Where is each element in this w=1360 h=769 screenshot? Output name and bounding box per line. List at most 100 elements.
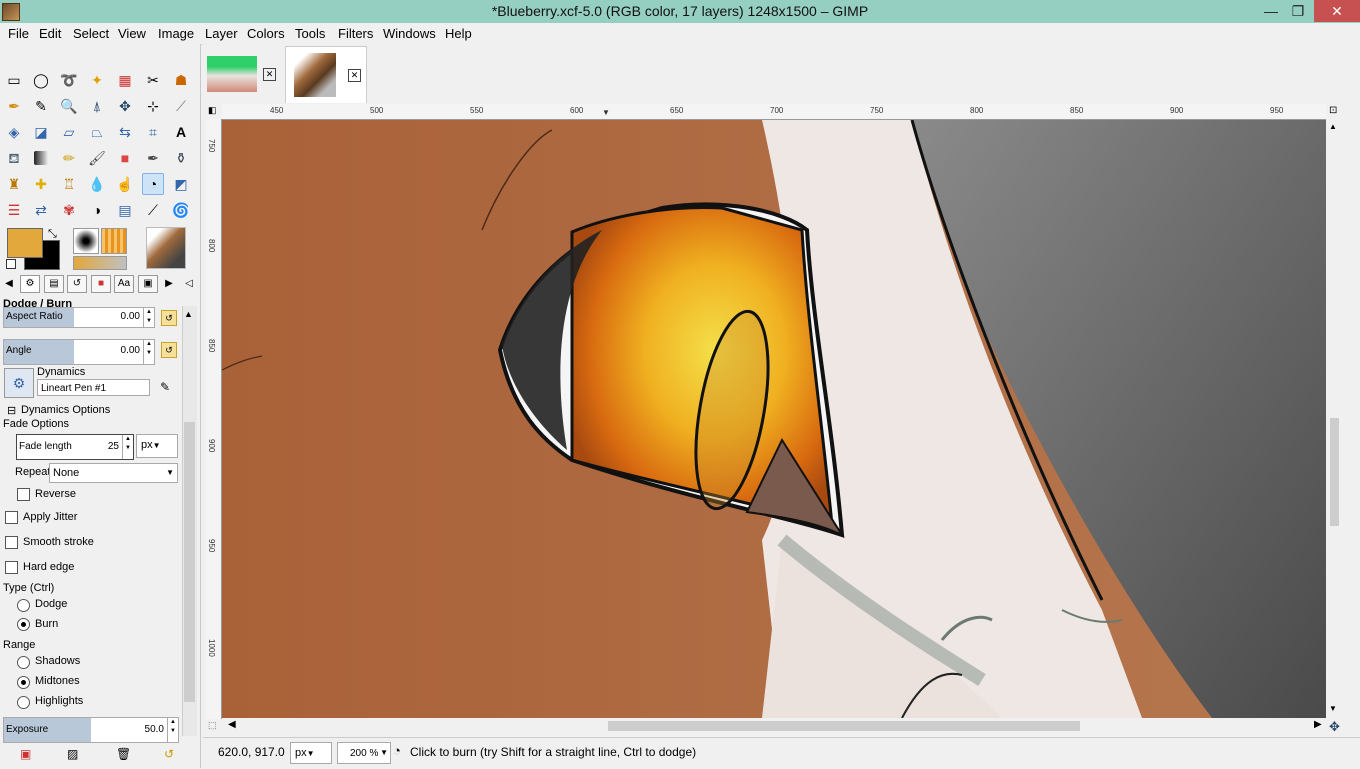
perspective-icon[interactable]: ⏢: [86, 121, 108, 143]
vertical-scrollbar[interactable]: ▲ ▼: [1327, 120, 1341, 718]
swap-colors-icon[interactable]: ⤡: [48, 228, 57, 241]
hard-edge-checkbox[interactable]: [5, 561, 18, 574]
dynamics-field[interactable]: Lineart Pen #1: [37, 379, 150, 396]
horizontal-scrollbar[interactable]: ◀ ▶: [222, 718, 1326, 734]
tool-options-tab-icon[interactable]: ⚙: [20, 275, 40, 293]
curve-graph-icon[interactable]: ⟋: [142, 199, 164, 221]
scale-icon[interactable]: ◪: [30, 121, 52, 143]
layers-tab-icon[interactable]: ▤: [44, 275, 64, 293]
image-tab-1[interactable]: ✕: [203, 46, 283, 102]
menu-tools[interactable]: Tools: [295, 26, 325, 41]
paths-icon[interactable]: ✒: [3, 95, 25, 117]
paintbrush-icon[interactable]: 🖌: [86, 147, 108, 169]
foreground-select-icon[interactable]: ☗: [170, 69, 192, 91]
images-tab-icon[interactable]: ▣: [138, 275, 158, 293]
reset-angle-icon[interactable]: ↺: [161, 342, 177, 358]
minimize-button[interactable]: —: [1256, 0, 1286, 22]
foreground-color-swatch[interactable]: [7, 228, 43, 258]
clone-icon[interactable]: ♜: [3, 173, 25, 195]
menu-edit[interactable]: Edit: [39, 26, 61, 41]
undo-history-tab-icon[interactable]: ↺: [67, 275, 87, 293]
scroll-down-icon[interactable]: ▼: [1329, 704, 1337, 713]
color-select-icon[interactable]: ▦: [114, 69, 136, 91]
zoom-icon[interactable]: 🔍: [58, 95, 80, 117]
crop-icon[interactable]: ⟋: [170, 95, 192, 117]
dodge-burn-icon[interactable]: ◔: [142, 173, 164, 195]
menu-layer[interactable]: Layer: [205, 26, 238, 41]
scroll-left-icon[interactable]: ◀: [228, 719, 236, 730]
curves-icon[interactable]: ▤: [114, 199, 136, 221]
smooth-stroke-checkbox[interactable]: [5, 536, 18, 549]
fade-length-spinner[interactable]: Fade length 25 ▲ ▼: [16, 434, 134, 460]
toggle-quick-mask-icon[interactable]: ⬚: [208, 720, 217, 731]
rotate-icon[interactable]: ◈: [3, 121, 25, 143]
pattern-preview-icon[interactable]: [101, 228, 127, 254]
spiral-icon[interactable]: 🌀: [170, 199, 192, 221]
ellipse-select-icon[interactable]: ◯: [30, 69, 52, 91]
horizontal-scrollbar-thumb[interactable]: [608, 721, 1080, 731]
zoom-select[interactable]: 200 % ▼: [337, 742, 391, 764]
angle-spinner[interactable]: Angle 0.00 ▲ ▼: [3, 339, 155, 365]
levels-icon[interactable]: ◑: [86, 199, 108, 221]
vertical-ruler[interactable]: 750 800 850 900 950 1000: [206, 119, 222, 719]
menu-help[interactable]: Help: [445, 26, 472, 41]
rect-select-icon[interactable]: ▭: [3, 69, 25, 91]
delete-options-icon[interactable]: 🗑: [116, 747, 131, 761]
close-button[interactable]: ✕: [1314, 0, 1360, 22]
menu-file[interactable]: File: [8, 26, 29, 41]
fuzzy-select-icon[interactable]: ✦: [86, 69, 108, 91]
heal-icon[interactable]: ✚: [30, 173, 52, 195]
quick-mask-corner-icon[interactable]: ◧: [208, 105, 217, 116]
free-select-icon[interactable]: ➰: [58, 69, 80, 91]
image-canvas[interactable]: [222, 120, 1326, 718]
scroll-up-icon[interactable]: ▲: [184, 309, 193, 319]
fade-unit-select[interactable]: px▼: [136, 434, 178, 458]
scissors-icon[interactable]: ✂: [142, 69, 164, 91]
reset-aspect-icon[interactable]: ↺: [161, 310, 177, 326]
perspective-clone-icon[interactable]: ♖: [58, 173, 80, 195]
color-picker-icon[interactable]: ✎: [30, 95, 52, 117]
close-tab-icon[interactable]: ✕: [348, 69, 361, 82]
move-icon[interactable]: ✥: [114, 95, 136, 117]
blend-icon[interactable]: [34, 151, 48, 165]
align-icon[interactable]: ⊹: [142, 95, 164, 117]
brush-preview-icon[interactable]: [73, 228, 99, 254]
edit-dynamics-icon[interactable]: ✎: [160, 380, 170, 394]
scroll-up-icon[interactable]: ▲: [1329, 122, 1337, 131]
shadows-radio[interactable]: [17, 656, 30, 669]
menu-filters[interactable]: Filters: [338, 26, 373, 41]
image-tab-2[interactable]: ✕: [285, 46, 367, 103]
flip-icon[interactable]: ⇆: [114, 121, 136, 143]
spinner-arrows-icon[interactable]: ▲ ▼: [122, 435, 133, 459]
unit-select[interactable]: px▼: [290, 742, 332, 764]
restore-button[interactable]: ❐: [1283, 0, 1313, 22]
ink-icon[interactable]: ⚱: [170, 147, 192, 169]
default-colors-icon[interactable]: [6, 259, 16, 269]
vertical-scrollbar-thumb[interactable]: [1330, 418, 1339, 526]
burn-radio[interactable]: [17, 618, 30, 631]
exposure-spinner[interactable]: Exposure 50.0 ▲ ▼: [3, 717, 179, 743]
scroll-right-icon[interactable]: ▶: [1314, 719, 1322, 730]
dodge-radio[interactable]: [17, 599, 30, 612]
airbrush-icon[interactable]: ✒: [142, 147, 164, 169]
text-tool-icon[interactable]: A: [170, 121, 192, 143]
midtones-radio[interactable]: [17, 676, 30, 689]
repeat-select[interactable]: None ▼: [49, 463, 178, 483]
options-scrollbar[interactable]: ▲: [182, 306, 197, 736]
cage-transform-icon[interactable]: ⌗: [142, 121, 164, 143]
channels-icon[interactable]: ⇄: [30, 199, 52, 221]
apply-jitter-checkbox[interactable]: [5, 511, 18, 524]
color-balance-icon[interactable]: ✾: [58, 199, 80, 221]
options-scrollbar-thumb[interactable]: [184, 422, 195, 702]
restore-options-icon[interactable]: ▨: [67, 747, 78, 761]
dock-scroll-right-icon[interactable]: ▶: [160, 276, 178, 292]
dock-menu-icon[interactable]: ◁: [180, 276, 198, 292]
pencil-icon[interactable]: ✏: [58, 147, 80, 169]
reset-options-icon[interactable]: ↺: [164, 747, 174, 761]
spinner-arrows-icon[interactable]: ▲ ▼: [143, 308, 154, 327]
spinner-arrows-icon[interactable]: ▲ ▼: [143, 340, 154, 364]
menu-colors[interactable]: Colors: [247, 26, 285, 41]
brushes-tab-icon[interactable]: ■: [91, 275, 111, 293]
spinner-arrows-icon[interactable]: ▲ ▼: [167, 718, 178, 742]
close-tab-icon[interactable]: ✕: [263, 68, 276, 81]
